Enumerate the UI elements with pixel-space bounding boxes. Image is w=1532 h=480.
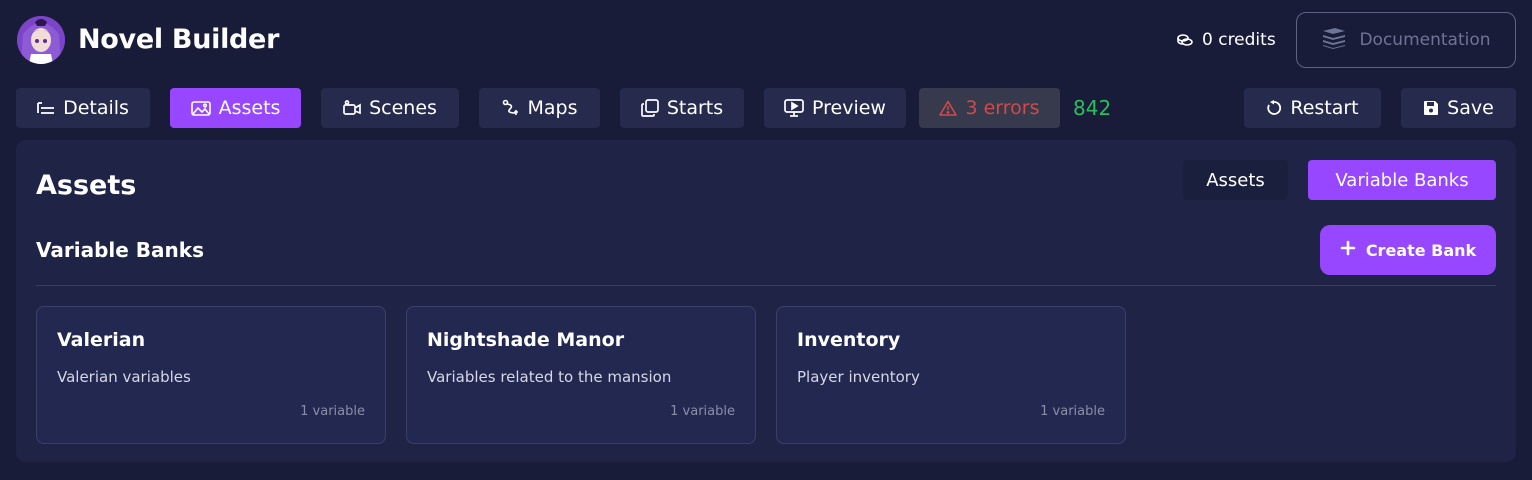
tab-starts-label: Starts	[666, 97, 724, 119]
bank-description: Valerian variables	[57, 368, 191, 386]
restart-label: Restart	[1290, 97, 1359, 119]
floppy-disk-icon	[1423, 100, 1439, 116]
credits-label: 0 credits	[1202, 30, 1276, 50]
segment-assets-button[interactable]: Assets	[1183, 160, 1288, 200]
assets-panel: Assets Assets Variable Banks Variable Ba…	[16, 140, 1516, 462]
tab-scenes-label: Scenes	[369, 97, 437, 119]
bank-description: Player inventory	[797, 368, 920, 386]
count-indicator: 842	[1073, 96, 1112, 120]
tab-maps[interactable]: Maps	[479, 88, 600, 128]
tab-details[interactable]: Details	[16, 88, 150, 128]
refresh-icon	[1266, 100, 1282, 116]
video-camera-icon	[343, 100, 361, 116]
tab-assets[interactable]: Assets	[170, 88, 301, 128]
credits-indicator: 0 credits	[1176, 26, 1276, 54]
route-icon	[502, 99, 520, 117]
copy-icon	[640, 99, 659, 117]
tab-preview-label: Preview	[812, 97, 886, 119]
create-bank-label: Create Bank	[1365, 240, 1477, 260]
warning-triangle-icon	[939, 100, 958, 116]
documentation-label: Documentation	[1359, 30, 1491, 50]
bank-name: Nightshade Manor	[427, 329, 625, 351]
tab-assets-label: Assets	[218, 97, 281, 119]
tab-details-label: Details	[63, 97, 129, 119]
image-icon	[190, 100, 211, 116]
bank-card[interactable]: Nightshade Manor Variables related to th…	[406, 306, 756, 444]
tab-starts[interactable]: Starts	[620, 88, 744, 128]
restart-button[interactable]: Restart	[1244, 88, 1381, 128]
tab-maps-label: Maps	[527, 97, 578, 119]
divider	[36, 285, 1496, 286]
list-icon	[37, 101, 55, 115]
save-button[interactable]: Save	[1401, 88, 1516, 128]
save-label: Save	[1447, 97, 1494, 119]
bank-card[interactable]: Valerian Valerian variables 1 variable	[36, 306, 386, 444]
bank-variable-count: 1 variable	[670, 404, 735, 419]
coins-icon	[1176, 31, 1194, 49]
monitor-play-icon	[784, 99, 804, 117]
bank-name: Inventory	[797, 329, 901, 351]
bank-variable-count: 1 variable	[300, 404, 365, 419]
section-title: Variable Banks	[36, 238, 204, 262]
bank-card[interactable]: Inventory Player inventory 1 variable	[776, 306, 1126, 444]
avatar-logo-icon[interactable]	[17, 16, 65, 64]
books-icon	[1321, 27, 1347, 54]
plus-icon	[1340, 240, 1356, 260]
app-root: Novel Builder 0 credits Documentation De…	[0, 0, 1532, 480]
documentation-button[interactable]: Documentation	[1296, 12, 1516, 68]
tab-preview[interactable]: Preview	[764, 88, 906, 128]
segment-variable-banks-button[interactable]: Variable Banks	[1308, 160, 1496, 200]
page-title: Assets	[36, 170, 137, 201]
errors-button[interactable]: 3 errors	[919, 88, 1060, 128]
tab-scenes[interactable]: Scenes	[321, 88, 459, 128]
app-title: Novel Builder	[78, 24, 280, 55]
bank-variable-count: 1 variable	[1040, 404, 1105, 419]
bank-description: Variables related to the mansion	[427, 368, 672, 386]
bank-name: Valerian	[57, 329, 146, 351]
create-bank-button[interactable]: Create Bank	[1320, 225, 1496, 275]
errors-label: 3 errors	[965, 97, 1040, 119]
